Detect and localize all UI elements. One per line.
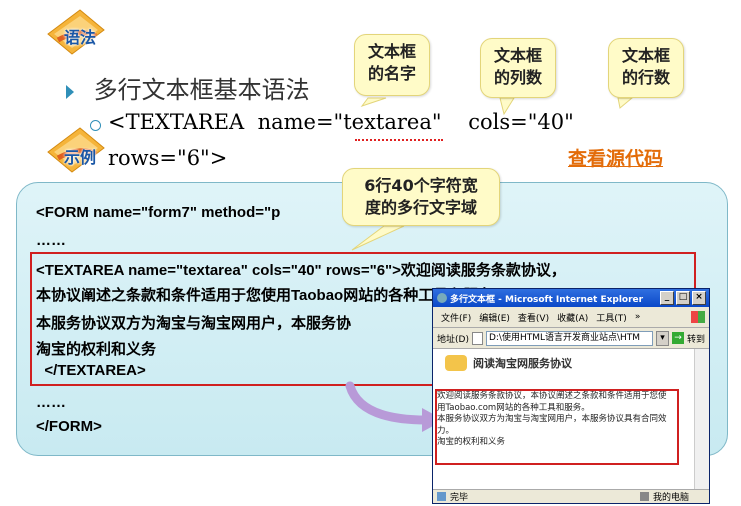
done-icon: [437, 492, 446, 501]
browser-content: 阅读淘宝网服务协议 欢迎阅读服务条款协议，本协议阐述之条款和条件适用于您使用Ta…: [433, 349, 695, 489]
status-right: 我的电脑: [652, 493, 689, 503]
page-heading: 阅读淘宝网服务协议: [473, 357, 572, 370]
close-button[interactable]: ×: [692, 291, 706, 305]
browser-scrollbar[interactable]: [694, 349, 709, 489]
textarea-preview[interactable]: 欢迎阅读服务条款协议，本协议阐述之条款和条件适用于您使用Taobao.com网站…: [435, 389, 679, 465]
browser-address-bar: 地址(D) D:\使用HTML语言开发商业站点\HTM ▾ → 转到: [433, 328, 709, 349]
browser-statusbar: 完毕 我的电脑: [433, 489, 709, 503]
address-dropdown[interactable]: ▾: [655, 330, 669, 346]
browser-titlebar: 多行文本框 - Microsoft Internet Explorer _ □ …: [433, 289, 709, 307]
menu-more[interactable]: »: [633, 311, 643, 323]
menu-file[interactable]: 文件(F): [439, 310, 473, 325]
minimize-button[interactable]: _: [660, 291, 674, 305]
handshake-icon: [445, 355, 467, 371]
ie-logo-icon: [437, 293, 447, 303]
callout-area: 6行40个字符宽 度的多行文字域: [342, 168, 500, 226]
address-input[interactable]: D:\使用HTML语言开发商业站点\HTM: [485, 330, 653, 346]
go-arrow-icon[interactable]: →: [671, 332, 684, 344]
menu-edit[interactable]: 编辑(E): [477, 310, 512, 325]
browser-title: 多行文本框 - Microsoft Internet Explorer: [450, 294, 644, 305]
status-left: 完毕: [450, 493, 469, 503]
menu-view[interactable]: 查看(V): [516, 310, 551, 325]
page-icon: [471, 331, 483, 345]
go-button[interactable]: 转到: [687, 332, 705, 345]
windows-flag-icon: [691, 311, 705, 323]
browser-window: 多行文本框 - Microsoft Internet Explorer _ □ …: [432, 288, 710, 504]
browser-menubar: 文件(F) 编辑(E) 查看(V) 收藏(A) 工具(T) »: [433, 307, 709, 328]
menu-tools[interactable]: 工具(T): [594, 310, 629, 325]
menu-favorites[interactable]: 收藏(A): [555, 310, 590, 325]
computer-icon: [639, 492, 649, 501]
address-label: 地址(D): [437, 334, 469, 345]
maximize-button[interactable]: □: [676, 291, 690, 305]
